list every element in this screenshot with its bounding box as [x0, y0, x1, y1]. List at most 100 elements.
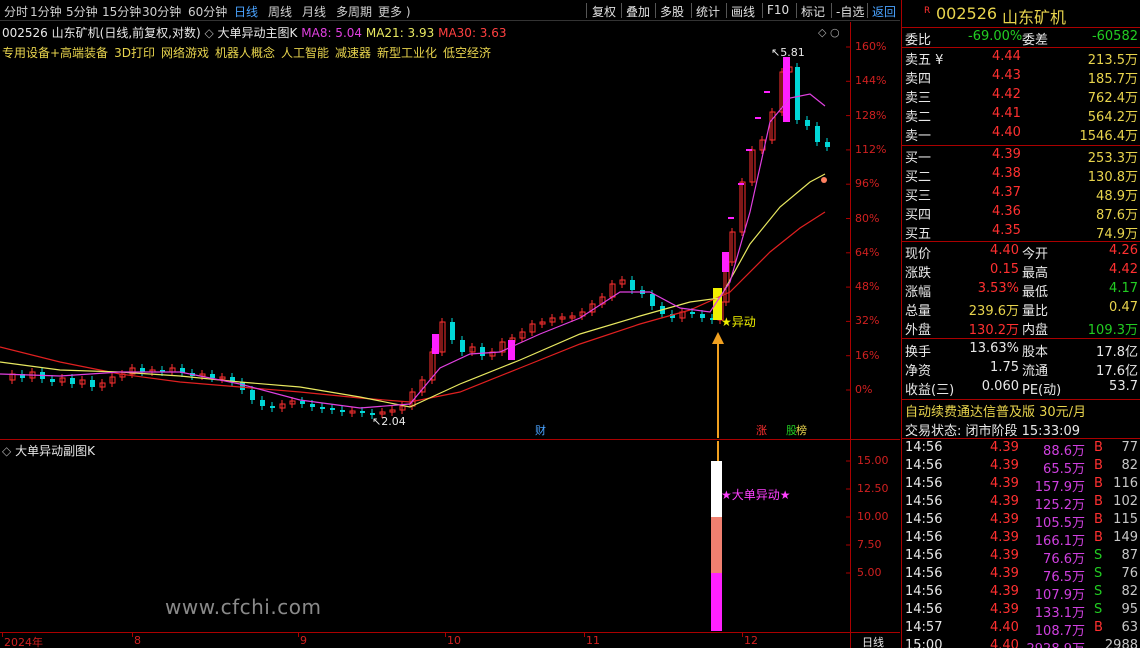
period-tab[interactable]: 月线 — [302, 3, 326, 20]
tick-count: 149 — [1113, 530, 1138, 545]
toolbar-action-button[interactable]: 多股 — [660, 2, 684, 20]
tick-price: 4.39 — [990, 584, 1019, 599]
tick-time: 14:56 — [905, 440, 943, 455]
candle-body — [480, 347, 485, 356]
tick-price: 4.39 — [990, 566, 1019, 581]
tick-price: 4.39 — [990, 602, 1019, 617]
trade-status: 交易状态: 闭市阶段 15:33:09 — [905, 424, 1081, 439]
tick-row[interactable]: 14:56 4.39 133.1万 S 95 — [902, 601, 1140, 621]
period-tab[interactable]: 60分钟 — [188, 3, 227, 20]
toolbar-action-button[interactable]: -自选 — [836, 2, 864, 20]
stat-label: 量比 — [1022, 304, 1049, 319]
tick-side: S — [1094, 602, 1103, 617]
ask-row[interactable]: 卖五 ¥ 4.44 213.5万 — [902, 48, 1140, 68]
period-tab[interactable]: 周线 — [268, 3, 292, 20]
promo-text[interactable]: 自动续费通达信普及版 30元/月 — [905, 401, 1086, 420]
tick-row[interactable]: 15:00 4.40 2928.9万 2988 — [902, 637, 1140, 648]
toolbar-action-button[interactable]: 复权 — [592, 2, 616, 20]
period-tab[interactable]: 5分钟 — [66, 3, 98, 20]
period-tab[interactable]: 更多 ) — [378, 3, 411, 20]
period-tab[interactable]: 多周期 — [336, 3, 372, 20]
bid-row[interactable]: 买一 4.39 253.3万 — [902, 146, 1140, 166]
period-tab[interactable]: 分时 — [4, 3, 28, 20]
tick-row[interactable]: 14:56 4.39 157.9万 B 116 — [902, 475, 1140, 495]
date-axis: 日线 2024年 8 9 10 11 12 — [0, 632, 900, 648]
ask-row[interactable]: 卖四 4.43 185.7万 — [902, 67, 1140, 87]
tick-price: 4.39 — [990, 494, 1019, 509]
period-tab[interactable]: 30分钟 — [142, 3, 181, 20]
candle-body — [310, 404, 315, 407]
candle-body — [815, 126, 820, 142]
toolbar-action-button[interactable]: 叠加 — [626, 2, 650, 20]
tick-row[interactable]: 14:56 4.39 166.1万 B 149 — [902, 529, 1140, 549]
toolbar-action-button[interactable]: 标记 — [801, 2, 825, 20]
sub-axis-tick-label: 7.50 — [857, 538, 882, 551]
quote-code: 002526 — [936, 4, 998, 23]
stat-label: 外盘 — [905, 323, 932, 338]
tick-time: 14:56 — [905, 512, 943, 527]
toolbar-action-button[interactable]: 返回 — [872, 2, 896, 20]
toolbar-action-button[interactable]: 统计 — [696, 2, 720, 20]
stat-row: 总量 239.6万 量比 0.47 — [902, 299, 1140, 319]
volume-bar-salmon — [711, 517, 722, 573]
ask-price: 4.41 — [992, 106, 1021, 121]
date-axis-label: 2024年 — [4, 636, 43, 648]
ask-volume: 762.4万 — [1087, 91, 1138, 106]
period-tab[interactable]: 15分钟 — [102, 3, 141, 20]
tick-time: 14:56 — [905, 476, 943, 491]
period-tab[interactable]: 日线 — [234, 3, 258, 20]
tick-side: B — [1094, 458, 1103, 473]
toolbar-action-button[interactable]: F10 — [767, 2, 789, 20]
tick-row[interactable]: 14:56 4.39 76.5万 S 76 — [902, 565, 1140, 585]
ask-row[interactable]: 卖一 4.40 1546.4万 — [902, 124, 1140, 144]
tick-count: 63 — [1121, 620, 1138, 635]
candle-body — [630, 280, 635, 290]
stat-value: 109.3万 — [1087, 323, 1138, 338]
main-kline-chart[interactable]: 002526 山东矿机(日线,前复权,对数) ◇ 大单异动主图K MA8: 5.… — [0, 22, 850, 438]
candle-body — [360, 411, 365, 413]
sub-axis-tick-label: 12.50 — [857, 482, 889, 495]
weibi-value: -69.00% — [968, 29, 1023, 44]
highlight-candle — [783, 57, 790, 122]
tick-row[interactable]: 14:56 4.39 76.6万 S 87 — [902, 547, 1140, 567]
ask-row[interactable]: 卖三 4.42 762.4万 — [902, 86, 1140, 106]
sub-chart-canvas: ★大单异动★ — [711, 441, 850, 631]
tick-row[interactable]: 14:56 4.39 125.2万 B 102 — [902, 493, 1140, 513]
candle-body — [50, 379, 55, 382]
ask-price: 4.44 — [992, 49, 1021, 64]
period-label[interactable]: 日线 — [862, 634, 884, 648]
tick-row[interactable]: 14:56 4.39 88.6万 B 77 — [902, 439, 1140, 459]
tick-row[interactable]: 14:56 4.39 107.9万 S 82 — [902, 583, 1140, 603]
tick-count: 82 — [1121, 584, 1138, 599]
bid-row[interactable]: 买三 4.37 48.9万 — [902, 184, 1140, 204]
sub-signal-label: ★大单异动★ — [721, 488, 791, 502]
candle-body — [70, 378, 75, 384]
period-tab[interactable]: 1分钟 — [30, 3, 62, 20]
bid-row[interactable]: 买五 4.35 74.9万 — [902, 222, 1140, 242]
ask-row[interactable]: 卖二 4.41 564.2万 — [902, 105, 1140, 125]
tick-time: 14:56 — [905, 602, 943, 617]
tick-row[interactable]: 14:57 4.40 108.7万 B 63 — [902, 619, 1140, 639]
stat-row: 涨幅 3.53% 最低 4.17 — [902, 280, 1140, 300]
ask-volume: 185.7万 — [1087, 72, 1138, 87]
tick-row[interactable]: 14:56 4.39 105.5万 B 115 — [902, 511, 1140, 531]
tick-price: 4.39 — [990, 476, 1019, 491]
bid-row[interactable]: 买二 4.38 130.8万 — [902, 165, 1140, 185]
chart-divider — [0, 439, 900, 440]
tick-side: B — [1094, 440, 1103, 455]
tick-time: 14:56 — [905, 494, 943, 509]
sub-indicator-chart[interactable]: ◇ 大单异动副图K ★大单异动★ — [0, 441, 850, 631]
fundamental-value: 53.7 — [1109, 379, 1138, 394]
promo-row[interactable]: 自动续费通达信普及版 30元/月 — [902, 400, 1140, 420]
bid-row[interactable]: 买四 4.36 87.6万 — [902, 203, 1140, 223]
tick-row[interactable]: 14:56 4.39 65.5万 B 82 — [902, 457, 1140, 477]
stat-value: 3.53% — [977, 281, 1019, 296]
tick-side: S — [1094, 584, 1103, 599]
toolbar-action-button[interactable]: 画线 — [731, 2, 755, 20]
stat-value: 4.40 — [990, 243, 1019, 258]
tick-count: 102 — [1113, 494, 1138, 509]
period-toolbar: 分时 1分钟 5分钟 15分钟 30分钟 60分钟 日线 周线 月线 多周期 更多 ) 复权 叠加 多股统… — [0, 0, 900, 21]
fundamental-label: 流通 — [1022, 364, 1049, 379]
tick-price: 4.40 — [990, 620, 1019, 635]
fundamental-label: 换手 — [905, 345, 932, 360]
